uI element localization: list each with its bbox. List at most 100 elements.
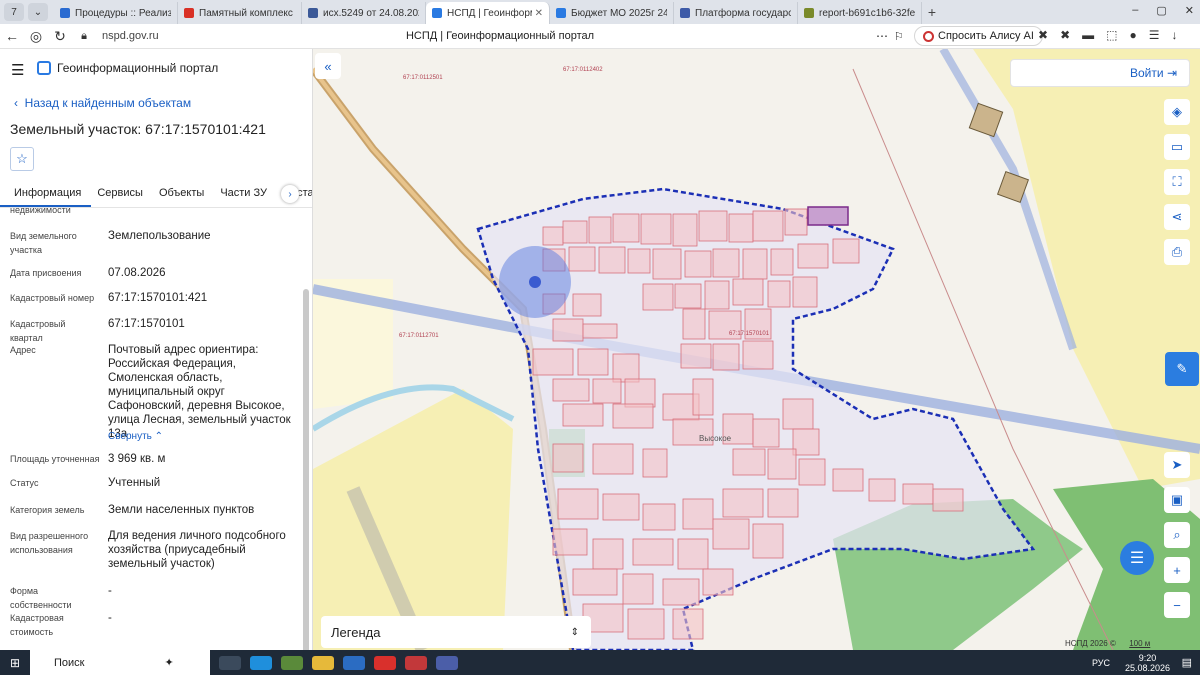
land-parcel[interactable] (712, 343, 740, 371)
favorite-star-icon[interactable]: ☆ (10, 147, 34, 171)
print-icon[interactable]: ⎙ (1164, 239, 1190, 265)
land-parcel[interactable] (728, 213, 754, 243)
edge-icon[interactable] (250, 655, 272, 670)
bookmark-icon[interactable]: ⚐ (894, 30, 904, 43)
taskbar-search[interactable]: Поиск ✦ (30, 650, 210, 675)
land-parcel[interactable] (752, 210, 784, 242)
land-parcel[interactable] (624, 378, 656, 408)
minimap-icon[interactable]: ▣ (1164, 487, 1190, 513)
land-parcel[interactable] (677, 538, 709, 570)
land-parcel[interactable] (692, 378, 714, 416)
land-parcel[interactable] (767, 448, 797, 480)
land-parcel[interactable] (552, 528, 588, 556)
tab-objects[interactable]: Объекты (153, 180, 214, 207)
close-window-icon[interactable]: ✕ (1185, 4, 1194, 17)
chat-bubble-icon[interactable]: ☰ (1120, 541, 1154, 575)
ext-icon[interactable]: ▬ (1082, 28, 1094, 42)
land-parcel[interactable] (542, 226, 564, 246)
land-parcel[interactable] (868, 478, 896, 502)
land-parcel[interactable] (552, 378, 590, 402)
ext-icon[interactable]: ✖ (1038, 28, 1048, 42)
minimize-icon[interactable]: – (1132, 4, 1138, 17)
ext-icon[interactable]: ☰ (1149, 28, 1160, 42)
layers-icon[interactable]: ◈ (1164, 99, 1190, 125)
land-parcel[interactable] (674, 283, 702, 309)
menu-icon[interactable]: ☰ (11, 61, 24, 79)
land-parcel[interactable] (612, 403, 654, 429)
land-parcel[interactable] (622, 573, 654, 605)
land-parcel[interactable] (698, 210, 728, 242)
browser-tab[interactable]: report-b691c1b6-32fe-4fd (798, 2, 922, 24)
collapse-panel-icon[interactable]: « (315, 53, 341, 79)
land-parcel[interactable] (652, 248, 682, 280)
tab-parts[interactable]: Части ЗУ (214, 180, 277, 207)
map-canvas[interactable]: 67:17:0112501 67:17:0112701 67:17:157010… (313, 49, 1200, 650)
browser-tab[interactable]: Платформа государствен (674, 2, 798, 24)
land-parcel[interactable] (557, 488, 599, 520)
ext-icon[interactable]: ⬚ (1106, 28, 1117, 42)
tray-lang[interactable]: РУС (1092, 658, 1110, 668)
land-parcel[interactable] (832, 238, 860, 264)
land-parcel[interactable] (642, 448, 668, 478)
land-parcel[interactable] (582, 323, 618, 339)
land-parcel[interactable] (642, 503, 676, 531)
land-parcel[interactable] (712, 248, 740, 278)
maximize-icon[interactable]: ▢ (1156, 4, 1166, 17)
select-area-icon[interactable]: ⛶ (1164, 169, 1190, 195)
prop-value[interactable]: 67:17:1570101 (108, 317, 298, 331)
ask-alice-button[interactable]: Спросить Алису AI (914, 26, 1043, 46)
land-parcel[interactable] (798, 458, 826, 486)
land-parcel[interactable] (704, 280, 730, 310)
yandex-browser-icon[interactable] (436, 655, 458, 670)
browser-tab[interactable]: Памятный комплекс мор (178, 2, 302, 24)
close-tab-icon[interactable]: ✕ (535, 8, 543, 19)
login-button[interactable]: Войти ⇥ (1010, 59, 1190, 87)
tab-services[interactable]: Сервисы (91, 180, 153, 207)
store-icon[interactable] (281, 655, 303, 670)
land-parcel[interactable] (682, 498, 714, 530)
land-parcel[interactable] (552, 443, 584, 473)
land-parcel[interactable] (598, 246, 626, 274)
land-parcel[interactable] (752, 523, 784, 559)
land-parcel[interactable] (612, 213, 640, 243)
new-tab-button[interactable]: + (922, 4, 942, 20)
land-parcel[interactable] (742, 248, 768, 280)
tab-list-chevron-icon[interactable]: ⌄ (28, 3, 48, 21)
land-parcel[interactable] (732, 448, 766, 476)
land-parcel[interactable] (722, 488, 764, 518)
land-parcel[interactable] (592, 378, 622, 404)
ext-icon[interactable]: ● (1129, 28, 1136, 42)
land-parcel[interactable] (902, 483, 934, 505)
browser-tab[interactable]: исх.5249 от 24.08.2026 А (302, 2, 426, 24)
land-parcel[interactable] (832, 468, 864, 492)
land-parcel[interactable] (562, 403, 604, 427)
map-view[interactable]: 67:17:0112501 67:17:0112701 67:17:157010… (313, 49, 1200, 650)
browser-tab[interactable]: Бюджет МО 2025г 24.2.2 (550, 2, 674, 24)
land-parcel[interactable] (792, 276, 818, 308)
land-parcel[interactable] (702, 568, 734, 596)
land-parcel[interactable] (680, 343, 712, 369)
collapse-link[interactable]: Свернуть ⌃ (108, 428, 208, 442)
land-parcel[interactable] (572, 568, 618, 596)
land-parcel[interactable] (672, 608, 704, 640)
land-parcel[interactable] (767, 280, 791, 308)
land-parcel[interactable] (672, 213, 698, 247)
land-parcel[interactable] (627, 248, 651, 274)
land-parcel[interactable] (932, 488, 964, 512)
land-parcel[interactable] (642, 283, 674, 311)
land-parcel[interactable] (562, 220, 588, 244)
expand-icon[interactable]: ⇕ (571, 627, 579, 638)
browser-tab[interactable]: НСПД | Геоинформаци✕ (426, 2, 550, 24)
tabs-next-arrow-icon[interactable]: › (281, 185, 299, 203)
browser-tab[interactable]: Процедуры :: Реализаци (54, 2, 178, 24)
land-parcel[interactable] (767, 488, 799, 518)
locate-icon[interactable]: ➤ (1164, 452, 1190, 478)
zoom-in-icon[interactable]: + (1164, 557, 1190, 583)
download-icon[interactable]: ↓ (1171, 28, 1177, 42)
clock[interactable]: 9:20 25.08.2026 (1125, 653, 1170, 673)
land-parcel[interactable] (592, 538, 624, 570)
notification-icon[interactable]: ▤ (1182, 656, 1192, 669)
sidebar-scrollbar[interactable] (303, 289, 309, 650)
land-parcel[interactable] (662, 578, 700, 606)
land-parcel[interactable] (532, 348, 574, 376)
